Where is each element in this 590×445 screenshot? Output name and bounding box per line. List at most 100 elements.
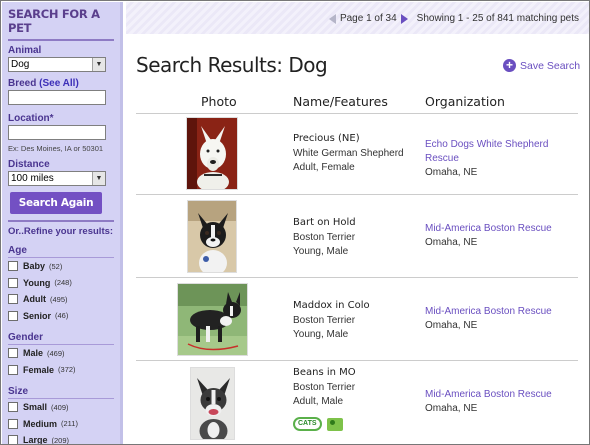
chevron-down-icon[interactable]: ▼ [92,58,105,71]
filter-option[interactable]: Adult (495) [8,291,114,308]
column-header-photo: Photo [201,94,237,109]
organization-link[interactable]: Mid-America Boston Rescue [425,305,552,319]
checkbox[interactable] [8,310,18,321]
filter-option-label: Senior [23,310,52,321]
filter-option[interactable]: Small (409) [8,399,114,416]
sidebar-title: SEARCH FOR A PET [8,7,114,41]
filter-option-label: Large [23,435,48,445]
pet-features: White German Shepherd Adult, Female [293,147,404,175]
animal-select[interactable]: Dog ▼ [8,57,106,72]
checkbox[interactable] [8,435,18,444]
checkbox[interactable] [8,402,18,413]
good-with-cats-badge: CATS [293,417,322,431]
filter-option-count: (46) [55,311,69,321]
animal-label: Animal [8,45,42,56]
good-with-kids-icon [326,417,343,431]
filter-option[interactable]: Large (209) [8,432,114,445]
pet-breed: Boston Terrier [293,382,356,393]
filter-option[interactable]: Male (469) [8,345,114,362]
dog-photo-icon [191,368,234,439]
filter-option[interactable]: Baby (52) [8,258,114,275]
organization: Mid-America Boston Rescue Omaha, NE [425,388,552,416]
page-indicator: Page 1 of 34 [339,13,397,24]
result-row[interactable]: Precious (NE) White German Shepherd Adul… [136,113,578,197]
organization-location: Omaha, NE [425,237,478,248]
pet-photo[interactable] [187,200,237,273]
breed-label: Breed [8,78,37,89]
filter-option-count: (211) [61,419,78,429]
pet-name[interactable]: Maddox in Colo [293,300,370,311]
pet-breed: Boston Terrier [293,232,356,243]
filter-option-count: (495) [50,294,68,304]
filter-option-label: Baby [23,261,46,272]
column-header-organization: Organization [425,94,505,109]
pager-bar: Page 1 of 34 Showing 1 - 25 of 841 match… [126,2,589,34]
checkbox[interactable] [8,277,18,288]
pet-features: Boston Terrier Young, Male [293,314,355,342]
page-title: Search Results: Dog [136,53,328,77]
filter-option[interactable]: Senior (46) [8,308,114,325]
dog-photo-icon [188,201,236,272]
checkbox[interactable] [8,364,18,375]
save-search-button[interactable]: + Save Search [503,59,580,72]
search-again-button[interactable]: Search Again [10,192,102,214]
filter-option-label: Male [23,348,44,359]
gender-filter-group: Male (469) Female (372) [8,345,114,378]
next-page-icon[interactable] [400,13,408,24]
size-filter-group: Small (409) Medium (211) Large (209) [8,399,114,445]
result-row[interactable]: Beans in MO Boston Terrier Adult, Male C… [136,360,578,444]
filter-option-count: (469) [47,348,65,358]
organization-link[interactable]: Mid-America Boston Rescue [425,388,552,402]
filter-option-label: Medium [23,418,58,429]
pet-age-gender: Young, Male [293,246,349,257]
result-row[interactable]: Maddox in Colo Boston Terrier Young, Mal… [136,277,578,361]
filter-option[interactable]: Female (372) [8,362,114,379]
checkbox[interactable] [8,418,18,429]
checkbox[interactable] [8,294,18,305]
pet-photo[interactable] [190,367,235,440]
filter-option-count: (372) [58,365,76,375]
checkbox[interactable] [8,261,18,272]
pet-features: Boston Terrier Young, Male [293,231,355,259]
pet-name[interactable]: Precious (NE) [293,133,360,144]
filter-option-label: Adult [23,294,46,305]
filter-option-count: (409) [51,402,69,412]
organization-link[interactable]: Mid-America Boston Rescue [425,222,552,236]
result-count: Showing 1 - 25 of 841 matching pets [416,13,579,24]
age-filter-group: Baby (52) Young (248) Adult (495) Senior… [8,258,114,324]
page-frame: SEARCH FOR A PET Animal Dog ▼ Breed (See… [0,0,590,445]
organization-location: Omaha, NE [425,167,478,178]
distance-select[interactable]: 100 miles ▼ [8,171,106,186]
column-header-name: Name/Features [293,94,388,109]
pet-age-gender: Adult, Male [293,396,344,407]
age-filter-label: Age [8,245,114,258]
pet-name[interactable]: Beans in MO [293,367,356,378]
refine-label: Or..Refine your results: [8,226,114,237]
compatibility-badges: CATS [293,417,343,431]
organization-link[interactable]: Echo Dogs White Shepherd Rescue [425,138,578,166]
pet-name[interactable]: Bart on Hold [293,217,356,228]
breed-see-all-link[interactable]: (See All) [39,78,79,89]
chevron-down-icon[interactable]: ▼ [92,172,105,185]
prev-page-icon[interactable] [328,13,336,24]
pet-breed: Boston Terrier [293,315,356,326]
results-panel: Search Results: Dog + Save Search Photo … [126,34,589,444]
location-input[interactable] [8,125,106,140]
dog-photo-icon [187,118,237,189]
breed-input[interactable] [8,90,106,105]
result-row[interactable]: Bart on Hold Boston Terrier Young, Male … [136,194,578,278]
location-hint: Ex: Des Moines, IA or 50301 [8,144,104,153]
filter-option[interactable]: Medium (211) [8,416,114,433]
pet-age-gender: Young, Male [293,329,349,340]
organization: Echo Dogs White Shepherd Rescue Omaha, N… [425,138,578,180]
pet-photo[interactable] [177,283,248,356]
dog-photo-icon [178,284,247,355]
pager: Page 1 of 34 Showing 1 - 25 of 841 match… [328,13,579,24]
plus-icon: + [503,59,516,72]
pet-features: Boston Terrier Adult, Male [293,381,355,409]
checkbox[interactable] [8,348,18,359]
organization-location: Omaha, NE [425,320,478,331]
filter-option[interactable]: Young (248) [8,275,114,292]
pet-photo[interactable] [186,117,238,190]
breed-label-row: Breed (See All) [8,78,114,89]
